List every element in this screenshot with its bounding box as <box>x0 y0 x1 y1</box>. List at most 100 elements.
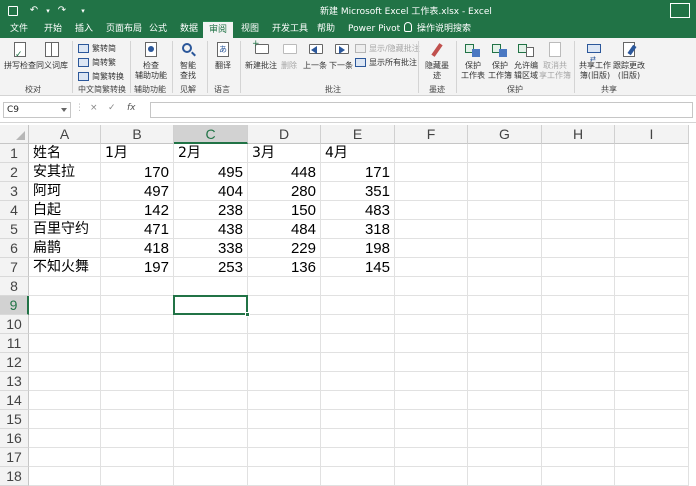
cell-c11[interactable] <box>174 334 248 353</box>
cell-g17[interactable] <box>468 448 542 467</box>
new-comment-button[interactable]: + 新建批注 <box>244 40 278 71</box>
cell-e16[interactable] <box>321 429 395 448</box>
cell-g12[interactable] <box>468 353 542 372</box>
simp-to-trad-button[interactable]: 简转繁 <box>78 57 116 68</box>
protect-workbook-button[interactable]: 保护 工作簿 <box>487 41 513 81</box>
cell-c1[interactable]: 2月 <box>174 144 248 163</box>
cell-e13[interactable] <box>321 372 395 391</box>
row-header-3[interactable]: 3 <box>0 182 29 201</box>
cell-g11[interactable] <box>468 334 542 353</box>
cell-c6[interactable]: 338 <box>174 239 248 258</box>
undo-icon[interactable]: ↶ <box>27 3 41 18</box>
cell-a2[interactable]: 安其拉 <box>29 163 101 182</box>
cell-f12[interactable] <box>395 353 468 372</box>
cell-i12[interactable] <box>615 353 689 372</box>
cell-c9[interactable] <box>174 296 248 315</box>
cell-g14[interactable] <box>468 391 542 410</box>
tab-power-pivot[interactable]: Power Pivot <box>348 21 400 38</box>
row-header-6[interactable]: 6 <box>0 239 29 258</box>
cell-i9[interactable] <box>615 296 689 315</box>
tab-formulas[interactable]: 公式 <box>149 21 167 38</box>
cell-a5[interactable]: 百里守约 <box>29 220 101 239</box>
cell-d6[interactable]: 229 <box>248 239 321 258</box>
column-header-e[interactable]: E <box>321 125 395 144</box>
cell-g6[interactable] <box>468 239 542 258</box>
cell-i2[interactable] <box>615 163 689 182</box>
cell-b7[interactable]: 197 <box>101 258 174 277</box>
cell-a12[interactable] <box>29 353 101 372</box>
cell-c5[interactable]: 438 <box>174 220 248 239</box>
cell-f5[interactable] <box>395 220 468 239</box>
cell-i3[interactable] <box>615 182 689 201</box>
customize-icon[interactable]: ▾ <box>78 3 88 18</box>
show-all-comments-button[interactable]: 显示所有批注 <box>355 57 417 68</box>
cell-i4[interactable] <box>615 201 689 220</box>
cell-h12[interactable] <box>542 353 615 372</box>
insert-function-icon[interactable]: fx <box>127 103 136 113</box>
cell-a15[interactable] <box>29 410 101 429</box>
cell-i14[interactable] <box>615 391 689 410</box>
cell-g9[interactable] <box>468 296 542 315</box>
worksheet-grid[interactable]: A B C D E F G H I 1 姓名 1月 2月 3月 4月 2 安其拉 170 495 448 171 3 阿珂 4… <box>0 125 696 486</box>
cell-a13[interactable] <box>29 372 101 391</box>
cell-a7[interactable]: 不知火舞 <box>29 258 101 277</box>
cell-e1[interactable]: 4月 <box>321 144 395 163</box>
cell-e12[interactable] <box>321 353 395 372</box>
cell-a14[interactable] <box>29 391 101 410</box>
cell-a4[interactable]: 白起 <box>29 201 101 220</box>
cell-f6[interactable] <box>395 239 468 258</box>
cell-f7[interactable] <box>395 258 468 277</box>
cell-h2[interactable] <box>542 163 615 182</box>
cell-i7[interactable] <box>615 258 689 277</box>
cell-i18[interactable] <box>615 467 689 486</box>
next-comment-button[interactable]: 下一条 <box>328 41 354 71</box>
formula-input[interactable] <box>150 102 693 118</box>
row-header-1[interactable]: 1 <box>0 144 29 163</box>
column-header-h[interactable]: H <box>542 125 615 144</box>
cell-g2[interactable] <box>468 163 542 182</box>
row-header-2[interactable]: 2 <box>0 163 29 182</box>
cell-g1[interactable] <box>468 144 542 163</box>
cell-i6[interactable] <box>615 239 689 258</box>
cell-f9[interactable] <box>395 296 468 315</box>
cell-b11[interactable] <box>101 334 174 353</box>
show-hide-comment-button[interactable]: 显示/隐藏批注 <box>355 43 420 54</box>
cell-d12[interactable] <box>248 353 321 372</box>
cell-a8[interactable] <box>29 277 101 296</box>
cell-c13[interactable] <box>174 372 248 391</box>
cell-e7[interactable]: 145 <box>321 258 395 277</box>
cell-c17[interactable] <box>174 448 248 467</box>
cell-e18[interactable] <box>321 467 395 486</box>
cell-h6[interactable] <box>542 239 615 258</box>
cell-d10[interactable] <box>248 315 321 334</box>
row-header-13[interactable]: 13 <box>0 372 29 391</box>
cell-e10[interactable] <box>321 315 395 334</box>
enter-icon[interactable]: ✓ <box>108 103 116 113</box>
cell-i10[interactable] <box>615 315 689 334</box>
cell-d2[interactable]: 448 <box>248 163 321 182</box>
allow-edit-ranges-button[interactable]: 允许编 辑区域 <box>512 41 540 81</box>
cell-h8[interactable] <box>542 277 615 296</box>
row-header-10[interactable]: 10 <box>0 315 29 334</box>
cell-d9[interactable] <box>248 296 321 315</box>
cell-h1[interactable] <box>542 144 615 163</box>
cell-h11[interactable] <box>542 334 615 353</box>
row-header-8[interactable]: 8 <box>0 277 29 296</box>
redo-icon[interactable]: ↷ <box>55 3 69 18</box>
cell-a18[interactable] <box>29 467 101 486</box>
cell-e3[interactable]: 351 <box>321 182 395 201</box>
cell-h10[interactable] <box>542 315 615 334</box>
cell-a16[interactable] <box>29 429 101 448</box>
cell-b1[interactable]: 1月 <box>101 144 174 163</box>
cell-f14[interactable] <box>395 391 468 410</box>
tell-me-search[interactable]: 操作说明搜索 <box>404 21 471 38</box>
cell-b2[interactable]: 170 <box>101 163 174 182</box>
cell-d3[interactable]: 280 <box>248 182 321 201</box>
cell-e2[interactable]: 171 <box>321 163 395 182</box>
cell-g13[interactable] <box>468 372 542 391</box>
cell-a3[interactable]: 阿珂 <box>29 182 101 201</box>
cell-b6[interactable]: 418 <box>101 239 174 258</box>
cell-g8[interactable] <box>468 277 542 296</box>
tab-view[interactable]: 视图 <box>241 21 259 38</box>
cell-g5[interactable] <box>468 220 542 239</box>
